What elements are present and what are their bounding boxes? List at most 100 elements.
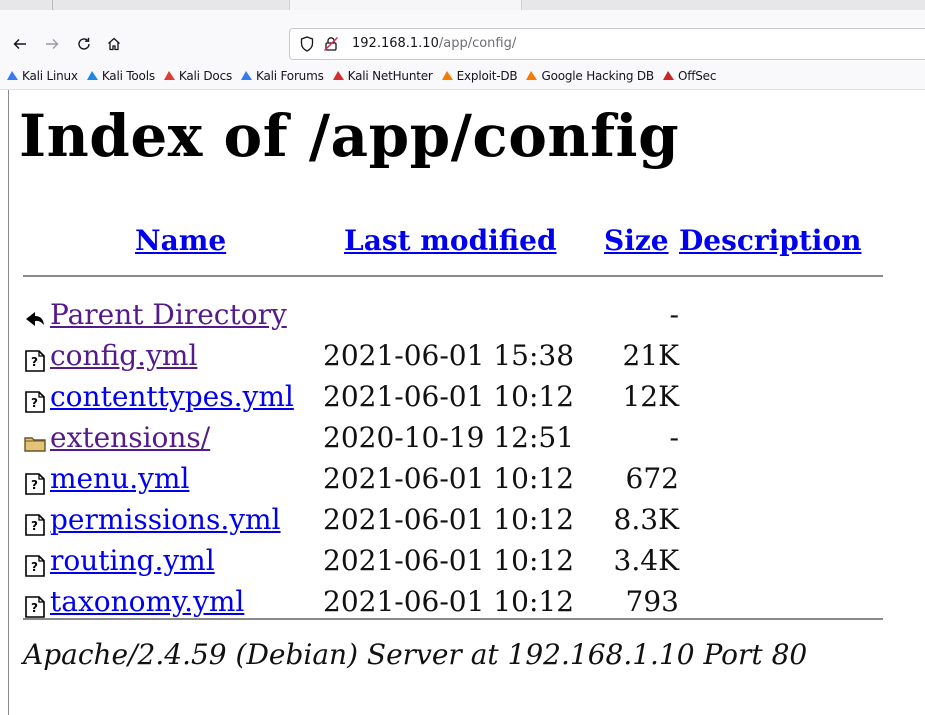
tab-strip xyxy=(0,0,925,10)
file-link[interactable]: routing.yml xyxy=(50,544,215,577)
bookmark-label: Exploit-DB xyxy=(456,68,518,83)
column-header-last-modified[interactable]: Last modified xyxy=(344,224,557,257)
navigation-toolbar: 192.168.1.10/app/config/ xyxy=(0,10,925,62)
offsec-icon xyxy=(662,69,678,82)
column-header-description[interactable]: Description xyxy=(679,224,861,257)
sort-by-description-link[interactable]: Description xyxy=(679,224,861,257)
header-divider xyxy=(23,275,883,277)
file-name-cell: menu.yml xyxy=(50,462,189,495)
back-arrow-icon xyxy=(23,306,47,330)
unknown-file-icon: ? xyxy=(23,347,47,372)
unknown-file-icon: ? xyxy=(23,470,47,495)
file-name-cell: routing.yml xyxy=(50,544,215,577)
back-button[interactable] xyxy=(8,32,32,56)
bookmark-google-hacking-db[interactable]: Google Hacking DB xyxy=(525,69,654,83)
size-cell: - xyxy=(669,298,679,331)
bookmark-kali-forums[interactable]: Kali Forums xyxy=(240,69,324,83)
bookmark-label: OffSec xyxy=(677,68,717,83)
url-text[interactable]: 192.168.1.10/app/config/ xyxy=(352,36,516,51)
bookmark-kali-linux[interactable]: Kali Linux xyxy=(6,69,78,83)
size-cell: 12K xyxy=(622,380,679,413)
bookmark-label: Kali Forums xyxy=(256,68,324,83)
page-title: Index of /app/config xyxy=(19,102,680,170)
file-link[interactable]: extensions/ xyxy=(50,421,210,454)
file-name-cell: contenttypes.yml xyxy=(50,380,294,413)
sort-by-size-link[interactable]: Size xyxy=(604,224,669,257)
forward-arrow-icon xyxy=(46,39,59,49)
bookmark-kali-nethunter[interactable]: Kali NetHunter xyxy=(332,69,433,83)
file-name-cell: taxonomy.yml xyxy=(50,585,244,618)
bookmark-label: Kali NetHunter xyxy=(347,68,433,83)
svg-text:?: ? xyxy=(31,478,38,492)
table-row: Parent Directory - xyxy=(17,298,877,338)
last-modified-cell: 2021-06-01 10:12 xyxy=(323,544,575,577)
last-modified-cell: 2021-06-01 15:38 xyxy=(323,339,575,372)
shield-icon[interactable] xyxy=(298,35,316,53)
size-cell: - xyxy=(669,421,679,454)
exploit-db-icon xyxy=(441,69,457,82)
svg-text:?: ? xyxy=(31,396,38,410)
bookmark-kali-docs[interactable]: Kali Docs xyxy=(163,69,232,83)
table-row: ? contenttypes.yml 2021-06-01 10:12 12K xyxy=(17,380,877,420)
svg-text:?: ? xyxy=(31,560,38,574)
forward-button[interactable] xyxy=(40,32,64,56)
bookmark-label: Kali Tools xyxy=(101,68,155,83)
svg-text:?: ? xyxy=(31,519,38,533)
kali-dragon-icon xyxy=(6,69,22,82)
column-header-name[interactable]: Name xyxy=(135,224,226,257)
table-row: ? permissions.yml 2021-06-01 10:12 8.3K xyxy=(17,503,877,543)
url-path: /app/config/ xyxy=(438,36,517,51)
reload-button[interactable] xyxy=(72,32,96,56)
last-modified-cell: 2021-06-01 10:12 xyxy=(323,462,575,495)
file-name-cell: extensions/ xyxy=(50,421,210,454)
active-tab[interactable] xyxy=(289,0,522,10)
footer-divider xyxy=(23,618,883,620)
ghdb-icon xyxy=(525,69,541,82)
file-name-cell: Parent Directory xyxy=(50,298,287,331)
file-link[interactable]: Parent Directory xyxy=(50,298,287,331)
column-header-size[interactable]: Size xyxy=(604,224,669,257)
size-cell: 793 xyxy=(625,585,679,618)
kali-tools-icon xyxy=(86,69,102,82)
sort-by-last-modified-link[interactable]: Last modified xyxy=(344,224,557,257)
last-modified-cell: 2021-06-01 10:12 xyxy=(323,380,575,413)
unknown-file-icon: ? xyxy=(23,552,47,577)
svg-text:?: ? xyxy=(31,355,38,369)
size-cell: 8.3K xyxy=(613,503,679,536)
tab-separator xyxy=(52,0,53,10)
table-row: ? routing.yml 2021-06-01 10:12 3.4K xyxy=(17,544,877,584)
back-arrow-icon xyxy=(13,39,26,49)
svg-text:?: ? xyxy=(31,601,38,615)
last-modified-cell: 2021-06-01 10:12 xyxy=(323,503,575,536)
url-host: 192.168.1.10 xyxy=(352,36,439,51)
file-link[interactable]: config.yml xyxy=(50,339,197,372)
insecure-lock-icon[interactable] xyxy=(322,35,340,53)
bookmark-label: Kali Linux xyxy=(22,68,78,83)
kali-docs-icon xyxy=(163,69,179,82)
size-cell: 672 xyxy=(625,462,679,495)
home-icon xyxy=(108,37,120,51)
server-signature: Apache/2.4.59 (Debian) Server at 192.168… xyxy=(23,638,808,671)
bookmark-label: Kali Docs xyxy=(178,68,233,83)
bookmarks-toolbar: Kali Linux Kali Tools Kali Docs Kali Forums… xyxy=(0,62,925,90)
file-link[interactable]: taxonomy.yml xyxy=(50,585,244,618)
file-name-cell: config.yml xyxy=(50,339,197,372)
kali-forums-icon xyxy=(240,69,256,82)
bookmark-exploit-db[interactable]: Exploit-DB xyxy=(441,69,518,83)
reload-icon xyxy=(78,37,90,50)
file-link[interactable]: contenttypes.yml xyxy=(50,380,294,413)
kali-nethunter-icon xyxy=(332,69,348,82)
url-bar[interactable]: 192.168.1.10/app/config/ xyxy=(289,28,925,60)
window-edge xyxy=(8,90,9,715)
sort-by-name-link[interactable]: Name xyxy=(135,224,226,257)
bookmark-kali-tools[interactable]: Kali Tools xyxy=(86,69,155,83)
home-button[interactable] xyxy=(102,32,126,56)
bookmark-label: Google Hacking DB xyxy=(541,68,654,83)
file-link[interactable]: permissions.yml xyxy=(50,503,281,536)
file-link[interactable]: menu.yml xyxy=(50,462,189,495)
bookmark-offsec[interactable]: OffSec xyxy=(662,69,716,83)
unknown-file-icon: ? xyxy=(23,511,47,536)
size-cell: 3.4K xyxy=(613,544,679,577)
last-modified-cell: 2020-10-19 12:51 xyxy=(323,421,575,454)
unknown-file-icon: ? xyxy=(23,388,47,413)
